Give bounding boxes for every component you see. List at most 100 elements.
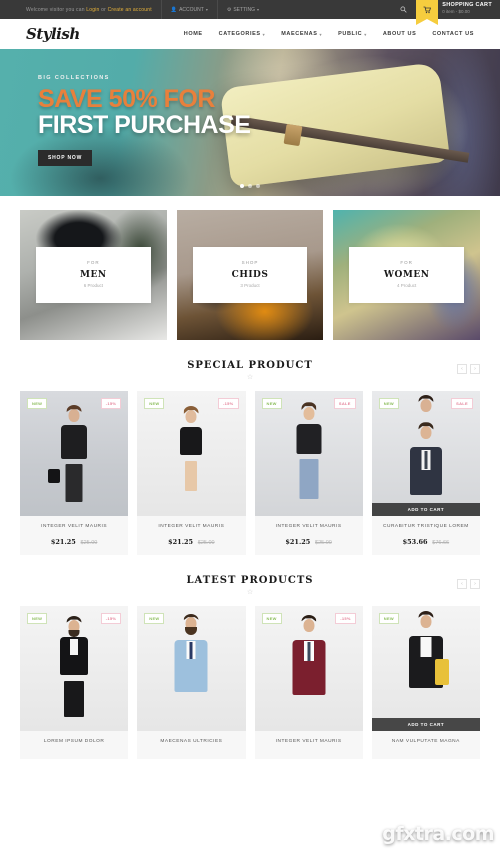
product-card[interactable]: NEW -15% INTEGER VELIT MAURIS $21.25 $25… (137, 391, 246, 555)
top-bar: Welcome visitor you can Login or Create … (0, 0, 500, 25)
hero-dot-2[interactable] (248, 184, 252, 188)
product-price-row: $21.25 $25.00 (259, 536, 359, 547)
hero-kicker: BIG COLLECTIONS (38, 75, 110, 81)
nav-item-categories[interactable]: CATEGORIES ▾ (219, 31, 266, 37)
product-title[interactable]: LOREM IPSUM DOLOR (24, 739, 124, 744)
category-count: 4 Product (397, 283, 417, 289)
watermark: gfxtra.com (382, 823, 494, 845)
hero-headline-primary: SAVE 50% FOR (38, 85, 215, 113)
badge-discount: SALE (333, 398, 356, 409)
product-info: CURABITUR TRISTIQUE LOREM $53.66 $76.66 (372, 516, 480, 549)
hero-buckle-image (283, 124, 303, 147)
badge-new: NEW (378, 613, 399, 624)
product-title[interactable]: CURABITUR TRISTIQUE LOREM (376, 524, 476, 529)
cart-button[interactable] (416, 0, 439, 25)
welcome-text: Welcome visitor you can (26, 6, 85, 13)
hero-content: BIG COLLECTIONS SAVE 50% FOR FIRST PURCH… (38, 75, 251, 167)
section-title: LATEST PRODUCTS (186, 575, 314, 586)
nav-item-maecenas[interactable]: MAECENAS ▾ (281, 31, 322, 37)
account-menu-item[interactable]: 👤 ACCOUNT ▾ (171, 7, 208, 13)
shop-now-button[interactable]: SHOP NOW (38, 150, 93, 167)
category-count: 6 Product (83, 283, 103, 289)
badge-new: NEW (261, 613, 282, 624)
nav-item-about-us[interactable]: ABOUT US (383, 31, 417, 37)
section-title: SPECIAL PRODUCT (187, 360, 313, 371)
product-title[interactable]: INTEGER VELIT MAURIS (259, 524, 359, 529)
product-card[interactable]: NEW SALE INTEGER VELIT MAURIS $21.25 $25… (254, 391, 363, 555)
category-card-chids[interactable]: SHOP CHIDS 3 Product (176, 210, 324, 340)
nav-item-public[interactable]: PUBLIC ▾ (338, 31, 367, 37)
search-button[interactable] (390, 0, 416, 19)
login-link[interactable]: Login (86, 7, 99, 13)
add-to-cart-button[interactable]: ADD TO CART (371, 503, 480, 516)
cart-summary[interactable]: SHOPPING CART 0 item - $0.00 (438, 0, 500, 19)
product-image[interactable]: NEW SALE ADD TO CART (371, 391, 480, 516)
nav-label: MAECENAS (281, 31, 318, 37)
product-info: INTEGER VELIT MAURIS $21.25 $25.00 (20, 516, 128, 549)
product-card[interactable]: NEW MAECENAS ULTRICIES (137, 606, 246, 759)
nav-label: CONTACT US (432, 31, 474, 37)
account-menu[interactable]: 👤 ACCOUNT ▾ (171, 7, 208, 13)
hero-banner[interactable]: BIG COLLECTIONS SAVE 50% FOR FIRST PURCH… (0, 49, 500, 196)
chevron-down-icon: ▾ (205, 7, 208, 12)
category-card-men[interactable]: FOR MEN 6 Product (20, 210, 167, 340)
product-price-row: $21.25 $25.00 (24, 536, 124, 547)
badge-discount: -15% (217, 398, 239, 409)
gear-icon: ⚙ (226, 6, 232, 13)
latest-products-section-header: LATEST PRODUCTS ☆ ‹ › (0, 555, 500, 606)
product-card[interactable]: NEW -15% INTEGER VELIT MAURIS $21.25 $25… (20, 391, 129, 555)
nav-label: PUBLIC (338, 31, 363, 37)
carousel-prev-button[interactable]: ‹ (457, 364, 467, 374)
product-image[interactable]: NEW -15% (20, 606, 129, 731)
product-title[interactable]: INTEGER VELIT MAURIS (24, 524, 124, 529)
product-image[interactable]: NEW -15% (20, 391, 129, 516)
nav-item-home[interactable]: HOME (184, 31, 203, 37)
search-icon (400, 6, 407, 13)
setting-menu[interactable]: ⚙ SETTING ▾ (227, 7, 259, 13)
product-title[interactable]: NAM VULPUTATE MAGNA (376, 739, 476, 744)
setting-label: SETTING (233, 6, 255, 13)
special-carousel-nav: ‹ › (457, 364, 480, 374)
carousel-next-button[interactable]: › (470, 579, 480, 589)
product-old-price: $25.00 (315, 540, 332, 546)
main-navigation: HOME CATEGORIES ▾ MAECENAS ▾ PUBLIC ▾ AB… (184, 31, 474, 37)
product-image[interactable]: NEW -15% (137, 391, 246, 516)
product-image[interactable]: NEW -15% (254, 606, 363, 731)
nav-label: HOME (183, 31, 203, 37)
hero-dot-1[interactable] (240, 184, 244, 188)
product-card[interactable]: NEW SALE ADD TO CART CURABITUR TRISTIQUE… (371, 391, 480, 555)
product-image[interactable]: ADD TO CART NEW (371, 606, 480, 731)
product-title[interactable]: INTEGER VELIT MAURIS (259, 739, 359, 744)
create-account-link[interactable]: Create an account (108, 7, 152, 13)
product-image[interactable]: NEW (137, 606, 246, 731)
top-bar-right: SHOPPING CART 0 item - $0.00 (390, 0, 500, 25)
product-card[interactable]: NEW -15% INTEGER VELIT MAURIS (254, 606, 363, 759)
add-to-cart-button[interactable]: ADD TO CART (371, 718, 480, 731)
setting-menu-item[interactable]: ⚙ SETTING ▾ (227, 7, 259, 13)
product-info: LOREM IPSUM DOLOR (20, 731, 128, 753)
hero-carousel-dots[interactable] (240, 184, 260, 188)
hero-dot-3[interactable] (256, 184, 260, 188)
or-text: or (101, 6, 106, 13)
product-title[interactable]: MAECENAS ULTRICIES (141, 739, 241, 744)
product-card[interactable]: ADD TO CART NEW NAM VULPUTATE MAGNA (371, 606, 480, 759)
divider (160, 0, 162, 19)
product-info: INTEGER VELIT MAURIS $21.25 $25.00 (255, 516, 363, 549)
product-title[interactable]: INTEGER VELIT MAURIS (141, 524, 241, 529)
category-card-body: SHOP CHIDS 3 Product (192, 247, 308, 303)
badge-discount: SALE (451, 398, 473, 409)
cart-title: SHOPPING CART (442, 2, 492, 8)
site-logo[interactable]: Stylish (26, 25, 80, 43)
badge-new: NEW (27, 613, 48, 624)
user-icon: 👤 (170, 6, 178, 13)
product-old-price: $25.00 (80, 540, 98, 546)
product-card[interactable]: NEW -15% LOREM IPSUM DOLOR (20, 606, 129, 759)
category-card-women[interactable]: FOR WOMEN 4 Product (333, 210, 481, 340)
carousel-next-button[interactable]: › (470, 364, 480, 374)
carousel-prev-button[interactable]: ‹ (457, 579, 467, 589)
badge-new: NEW (27, 398, 48, 409)
product-info: INTEGER VELIT MAURIS (255, 731, 363, 753)
nav-item-contact-us[interactable]: CONTACT US (432, 31, 474, 37)
product-old-price: $25.00 (197, 540, 215, 546)
product-image[interactable]: NEW SALE (254, 391, 363, 516)
